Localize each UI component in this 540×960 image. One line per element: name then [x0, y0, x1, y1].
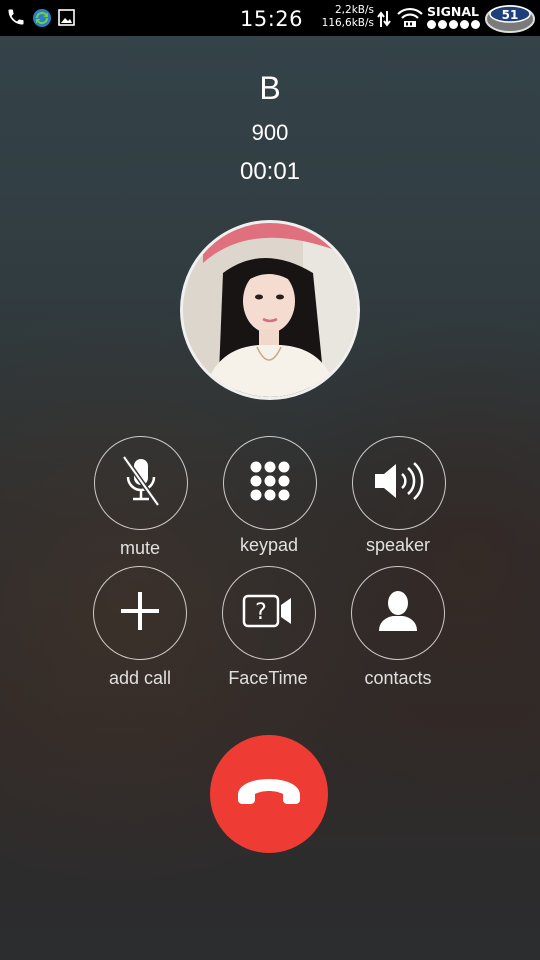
contact-person-icon: [377, 589, 419, 638]
call-duration: 00:01: [239, 158, 301, 185]
download-speed: 116,6kB/s: [321, 17, 374, 29]
phone-icon: [6, 7, 26, 32]
microphone-muted-icon: [116, 453, 166, 514]
facetime-unavailable-icon: ?: [241, 593, 297, 634]
facetime-button[interactable]: ?: [222, 566, 316, 660]
network-speed: 2,2kB/s 116,6kB/s: [318, 4, 374, 30]
add-call-button[interactable]: [93, 566, 187, 660]
svg-text:?: ?: [255, 600, 267, 625]
signal-label: SIGNAL: [427, 4, 480, 19]
image-icon: [58, 9, 75, 31]
svg-text:51: 51: [502, 8, 519, 22]
contact-avatar: [180, 220, 360, 400]
speaker-button[interactable]: [352, 436, 446, 530]
sync-icon: [30, 6, 54, 35]
upload-speed: 2,2kB/s: [335, 4, 374, 16]
wifi-icon: [396, 4, 424, 33]
data-arrows-icon: [377, 10, 391, 33]
caller-name: B: [259, 70, 281, 106]
contacts-button[interactable]: [351, 566, 445, 660]
status-bar: 15:26 2,2kB/s 116,6kB/s SIGNAL 51: [0, 0, 540, 36]
end-call-button[interactable]: [210, 735, 328, 853]
signal-strength-dots: [427, 20, 480, 29]
keypad-button[interactable]: [223, 436, 317, 530]
battery-badge-icon: 51: [484, 2, 536, 39]
caller-number: 900: [251, 120, 289, 145]
speaker-label: speaker: [365, 535, 431, 555]
keypad-grid-icon: [248, 459, 292, 508]
plus-icon: [119, 590, 161, 637]
phone-hangup-icon: [234, 775, 304, 814]
mute-button[interactable]: [94, 436, 188, 530]
status-time: 15:26: [240, 7, 304, 31]
contacts-label: contacts: [364, 668, 432, 688]
speaker-icon: [371, 459, 427, 508]
